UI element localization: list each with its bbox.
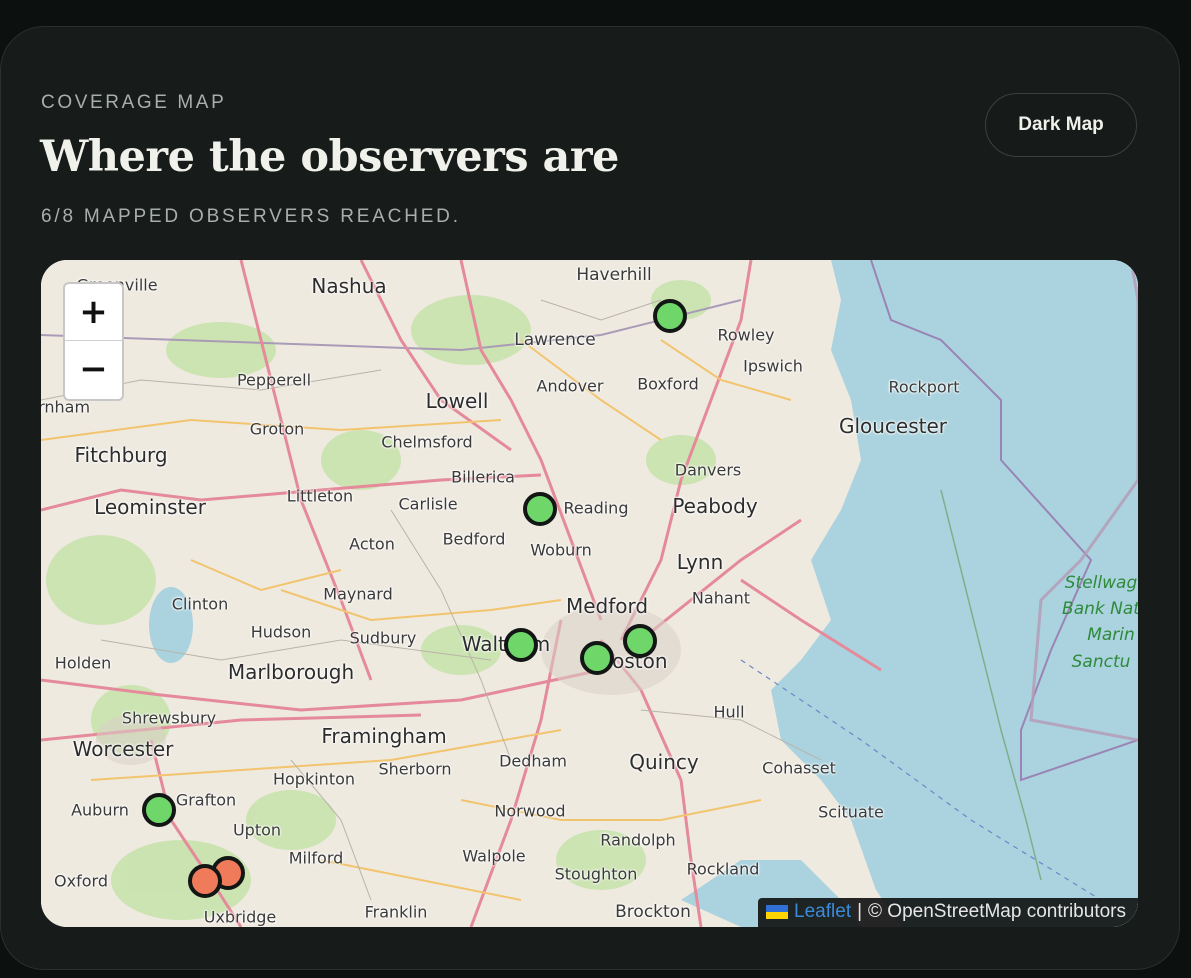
attribution-separator: | <box>857 901 863 922</box>
observer-marker-reached[interactable] <box>653 299 687 333</box>
place-label: Framingham <box>321 724 447 748</box>
place-label: Danvers <box>674 460 742 480</box>
place-label: Randolph <box>600 830 676 850</box>
place-label: Rockport <box>888 377 960 397</box>
place-label: Holden <box>54 653 112 673</box>
place-label: Woburn <box>530 540 592 560</box>
place-label: Milford <box>288 848 344 868</box>
map-style-toggle-button[interactable]: Dark Map <box>985 93 1137 157</box>
place-label: Nahant <box>691 588 751 608</box>
coverage-map[interactable]: Haverhill Nashua Greenville Lawrence Row… <box>41 260 1138 927</box>
place-label: Sherborn <box>378 759 452 779</box>
observer-marker-reached[interactable] <box>623 624 657 658</box>
place-label: Ipswich <box>743 356 803 376</box>
place-label: Chelmsford <box>381 432 473 452</box>
place-label: Billerica <box>451 467 515 487</box>
place-label: Dedham <box>499 751 567 771</box>
zoom-in-button[interactable]: + <box>65 284 122 341</box>
place-label: Uxbridge <box>203 907 277 927</box>
place-label: Reading <box>563 498 629 518</box>
place-label: Leominster <box>94 495 206 519</box>
place-label: Rowley <box>717 325 775 345</box>
section-eyebrow: COVERAGE MAP <box>41 92 227 113</box>
place-label: Stoughton <box>554 864 638 884</box>
marine-label: Sanctu <box>1071 652 1131 672</box>
place-label: Franklin <box>364 902 428 922</box>
page-title: Where the observers are <box>40 132 619 182</box>
observer-marker-reached[interactable] <box>504 628 538 662</box>
place-label: Marlborough <box>227 660 355 684</box>
place-label: Clinton <box>171 594 229 614</box>
place-label: Haverhill <box>576 265 652 285</box>
place-label: Auburn <box>71 800 129 820</box>
place-label: Shrewsbury <box>121 708 217 728</box>
place-label: Nashua <box>311 274 387 298</box>
observer-marker-reached[interactable] <box>523 492 557 526</box>
zoom-out-button[interactable]: − <box>65 341 122 397</box>
marine-label: Stellwag <box>1064 573 1138 593</box>
observer-marker-not-reached[interactable] <box>188 864 222 898</box>
place-label: Groton <box>249 419 305 439</box>
place-label: Oxford <box>54 871 108 891</box>
marine-label: Bank Nat <box>1062 599 1138 619</box>
place-label: Pepperell <box>236 370 312 390</box>
place-label: Cohasset <box>762 758 836 778</box>
place-label: Rockland <box>686 859 760 879</box>
place-label: Grafton <box>175 790 237 810</box>
marine-label: Marin <box>1087 625 1135 645</box>
observer-marker-reached[interactable] <box>580 641 614 675</box>
ukraine-flag-icon <box>766 905 789 919</box>
place-label: Lowell <box>425 389 489 413</box>
place-label: Lawrence <box>514 330 596 350</box>
place-label: Upton <box>232 820 282 840</box>
place-label: Littleton <box>286 486 354 506</box>
observer-marker-reached[interactable] <box>142 793 176 827</box>
place-label: Boxford <box>637 374 699 394</box>
place-label: Carlisle <box>398 494 458 514</box>
place-label: Lynn <box>676 550 724 574</box>
place-label: Brockton <box>615 902 691 922</box>
attribution-text: © OpenStreetMap contributors <box>868 901 1126 922</box>
place-label: Gloucester <box>838 414 948 438</box>
zoom-control: + − <box>63 282 124 401</box>
place-label: Maynard <box>323 584 393 604</box>
map-attribution: Leaflet | © OpenStreetMap contributors <box>758 898 1138 927</box>
place-label: Worcester <box>72 737 174 761</box>
observer-status-text: 6/8 MAPPED OBSERVERS REACHED. <box>41 206 461 227</box>
place-label: Sudbury <box>349 628 417 648</box>
place-label: Hopkinton <box>272 769 356 789</box>
place-label: Walpole <box>462 846 526 866</box>
place-label: Hudson <box>250 622 312 642</box>
leaflet-link[interactable]: Leaflet <box>794 901 851 923</box>
place-label: Andover <box>536 376 604 396</box>
place-label: Quincy <box>629 750 699 774</box>
place-label: Hull <box>713 702 745 722</box>
place-label: Bedford <box>442 529 506 549</box>
place-label: Norwood <box>494 801 566 821</box>
place-label: Peabody <box>672 494 758 518</box>
place-label: Medford <box>565 594 649 618</box>
place-label: Acton <box>349 534 395 554</box>
place-label: Fitchburg <box>74 443 168 467</box>
place-label: Scituate <box>818 802 884 822</box>
